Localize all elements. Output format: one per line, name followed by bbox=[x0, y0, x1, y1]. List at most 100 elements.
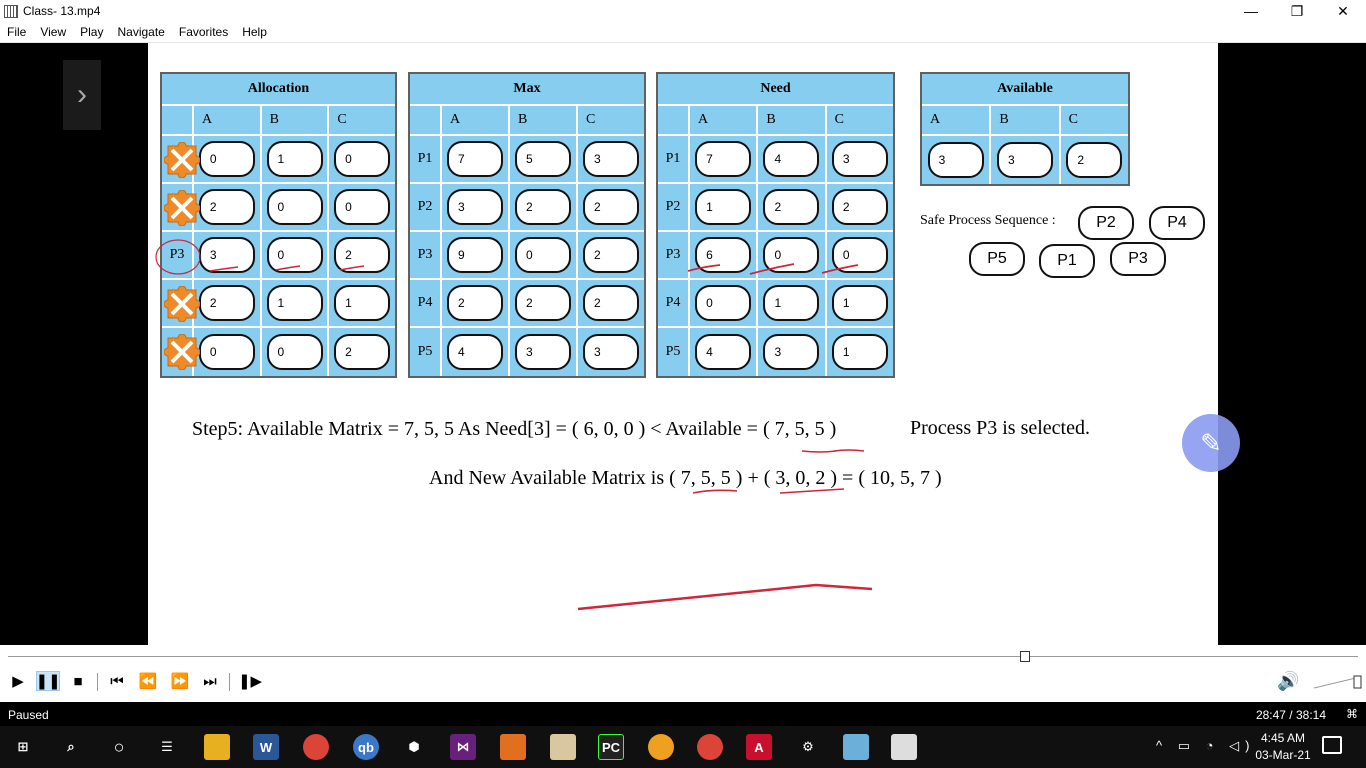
safe-sequence-item: P1 bbox=[1039, 244, 1095, 278]
status-bar: Paused 28:47 / 38:14 ⌘ bbox=[0, 702, 1366, 726]
matrix-cell: 3 bbox=[763, 334, 820, 370]
chrome-icon[interactable] bbox=[303, 734, 329, 760]
matrix-row: P3 3 0 2 bbox=[162, 232, 395, 280]
playback-status: Paused bbox=[8, 708, 49, 722]
browser-icon[interactable] bbox=[648, 734, 674, 760]
seek-bar[interactable] bbox=[8, 656, 1358, 657]
divider bbox=[229, 673, 230, 691]
matrix-cell: 4 bbox=[695, 334, 752, 370]
matrix-cell: 2 bbox=[334, 237, 391, 273]
matrix-row: P5 4 3 3 bbox=[410, 328, 644, 376]
skip-forward-icon[interactable]: ⏭ bbox=[198, 671, 222, 691]
pause-icon[interactable]: ❚❚ bbox=[35, 671, 61, 691]
matrix-cell: 1 bbox=[695, 189, 752, 225]
matrix-row: 332 bbox=[922, 136, 1128, 184]
app-icon[interactable] bbox=[843, 734, 869, 760]
matrix-title: Need bbox=[658, 74, 893, 106]
column-header: C bbox=[1068, 112, 1078, 127]
column-header: A bbox=[922, 106, 992, 134]
video-frame: AllocationABCP1010P2200P3302P4211P5002 M… bbox=[148, 43, 1240, 645]
restore-button[interactable]: ❐ bbox=[1274, 0, 1320, 22]
stop-icon[interactable]: ■ bbox=[66, 671, 90, 691]
menu-view[interactable]: View bbox=[33, 25, 73, 39]
visual-studio-icon[interactable]: ⋈ bbox=[450, 734, 476, 760]
notification-icon[interactable] bbox=[1322, 736, 1342, 754]
pycharm-icon[interactable]: PC bbox=[598, 734, 624, 760]
media-player-icon[interactable] bbox=[550, 734, 576, 760]
matrix-cell: 2 bbox=[1066, 142, 1123, 178]
column-header: C bbox=[834, 112, 844, 127]
resize-grip-icon[interactable]: ⌘ bbox=[1346, 707, 1358, 721]
volume-icon[interactable]: 🔊 bbox=[1277, 671, 1299, 692]
row-label: P5 bbox=[658, 328, 690, 376]
row-label: P4 bbox=[658, 280, 690, 326]
file-explorer-icon[interactable] bbox=[204, 734, 230, 760]
matrix-row: P3 9 0 2 bbox=[410, 232, 644, 280]
matrix-cell: 0 bbox=[266, 334, 323, 370]
matrix-cell: 4 bbox=[447, 334, 503, 370]
taskbar: ⊞ ⌕ ○ ☰ W qb ⬢ ⋈ PC A ⚙ ^ ▭ ◔ ◁) 4:45 AM… bbox=[0, 726, 1366, 768]
matrix-cell: 3 bbox=[583, 141, 639, 177]
matrix-cell: 1 bbox=[831, 285, 888, 321]
cortana-icon[interactable]: ○ bbox=[106, 734, 132, 760]
column-header: B bbox=[510, 106, 578, 134]
windows-start-icon[interactable]: ⊞ bbox=[10, 734, 36, 760]
underline-annotation bbox=[692, 489, 738, 494]
frame-step-icon[interactable]: ❚▶ bbox=[238, 671, 262, 691]
acrobat-icon[interactable]: A bbox=[746, 734, 772, 760]
matrix-cell: 3 bbox=[583, 334, 639, 370]
video-area[interactable]: › AllocationABCP1010P2200P3302P4211P5002… bbox=[0, 43, 1366, 645]
row-label: P1 bbox=[658, 136, 690, 182]
chrome-profile-icon[interactable] bbox=[697, 734, 723, 760]
rewind-icon[interactable]: ⏪ bbox=[136, 671, 160, 691]
seek-handle[interactable] bbox=[1019, 651, 1030, 662]
matrix-cell: 0 bbox=[266, 237, 323, 273]
matrix-cell: 3 bbox=[996, 142, 1053, 178]
matrix-row: P2 1 2 2 bbox=[658, 184, 893, 232]
matrix-cell: 2 bbox=[198, 285, 255, 321]
fast-forward-icon[interactable]: ⏩ bbox=[168, 671, 192, 691]
box-icon[interactable]: ⬢ bbox=[401, 734, 427, 760]
qbittorrent-icon[interactable]: qb bbox=[353, 734, 379, 760]
skip-back-icon[interactable]: ⏮ bbox=[105, 671, 129, 691]
chevron-right-icon[interactable]: › bbox=[63, 60, 101, 130]
clock-date: 03-Mar-21 bbox=[1255, 748, 1311, 762]
menu-file[interactable]: File bbox=[0, 25, 33, 39]
menu-bar: File View Play Navigate Favorites Help bbox=[0, 22, 1366, 43]
settings-gear-icon[interactable]: ⚙ bbox=[795, 734, 821, 760]
matrix-row: P3 6 0 0 bbox=[658, 232, 893, 280]
taskbar-clock[interactable]: 4:45 AM 03-Mar-21 bbox=[1248, 730, 1318, 764]
matrix-cell: 1 bbox=[334, 285, 391, 321]
menu-play[interactable]: Play bbox=[73, 25, 110, 39]
clock-time: 4:45 AM bbox=[1260, 731, 1306, 745]
menu-help[interactable]: Help bbox=[235, 25, 274, 39]
search-icon[interactable]: ⌕ bbox=[58, 734, 84, 760]
menu-navigate[interactable]: Navigate bbox=[110, 25, 171, 39]
window-app-icon[interactable] bbox=[891, 734, 917, 760]
word-icon[interactable]: W bbox=[253, 734, 279, 760]
close-button[interactable]: ✕ bbox=[1320, 0, 1366, 22]
column-header: B bbox=[758, 106, 827, 134]
volume-slider[interactable] bbox=[1314, 675, 1362, 689]
puzzle-piece-icon bbox=[164, 286, 200, 322]
system-tray[interactable]: ^ ▭ ◔ ◁) bbox=[1156, 738, 1255, 754]
matrix-cell: 0 bbox=[763, 237, 820, 273]
play-icon[interactable]: ▶ bbox=[6, 671, 30, 691]
task-view-icon[interactable]: ☰ bbox=[154, 734, 180, 760]
matrix-cell: 4 bbox=[763, 141, 820, 177]
selected-process-text: Process P3 is selected. bbox=[910, 417, 1090, 439]
pen-tool-button[interactable]: ✎ bbox=[1182, 414, 1240, 472]
matrix-cell: 2 bbox=[831, 189, 888, 225]
matrix-cell: 7 bbox=[695, 141, 752, 177]
matrix-title: Max bbox=[410, 74, 644, 106]
menu-favorites[interactable]: Favorites bbox=[172, 25, 235, 39]
matrix-cell: 0 bbox=[198, 141, 255, 177]
divider bbox=[97, 673, 98, 691]
matrix-title: Allocation bbox=[162, 74, 395, 106]
row-label: P1 bbox=[162, 136, 200, 182]
matrix-row: P2200 bbox=[162, 184, 395, 232]
row-label: P4 bbox=[410, 280, 442, 326]
matrix-cell: 0 bbox=[334, 141, 391, 177]
minimize-button[interactable]: — bbox=[1228, 0, 1274, 22]
app-icon[interactable] bbox=[500, 734, 526, 760]
